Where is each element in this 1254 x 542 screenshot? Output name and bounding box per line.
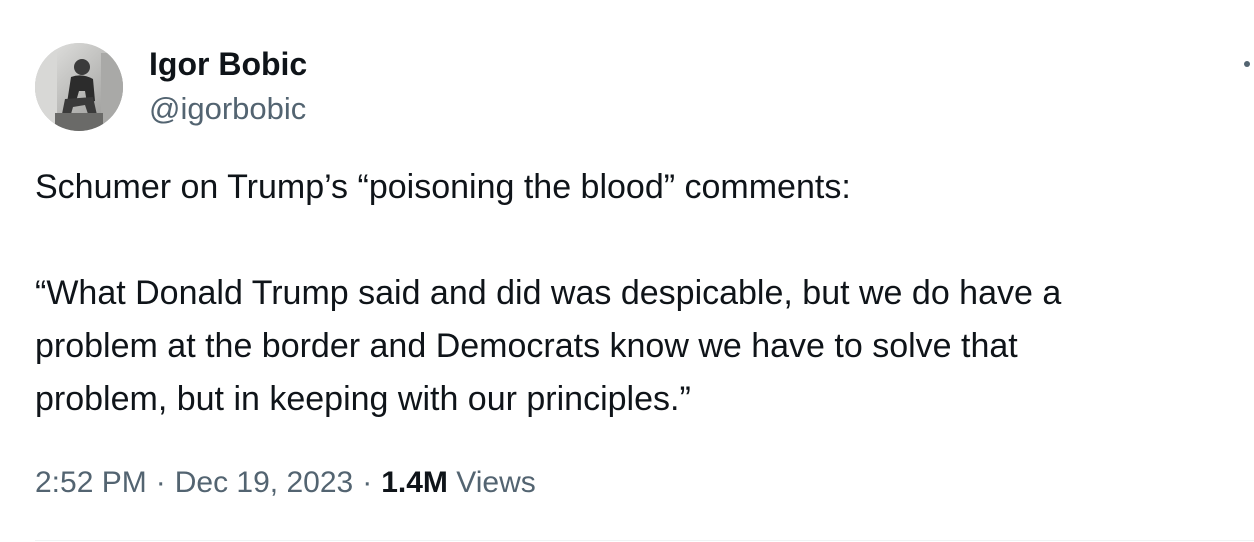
views-count: 1.4M (381, 466, 448, 499)
tweet-date: Dec 19, 2023 (174, 466, 354, 499)
avatar-photo-icon (35, 43, 123, 131)
meta-separator: · (362, 466, 373, 499)
author-name[interactable]: Igor Bobic (149, 44, 307, 84)
meta-separator: · (155, 466, 166, 499)
tweet-timestamp[interactable]: 2:52 PM · Dec 19, 2023 (35, 466, 353, 499)
tweet-paragraph: Schumer on Trump’s “poisoning the blood”… (35, 168, 851, 206)
more-options-button[interactable] (1232, 52, 1254, 76)
author-avatar[interactable] (35, 43, 123, 131)
tweet-line: problem at the border and Democrats know… (35, 327, 1018, 365)
tweet-time: 2:52 PM (35, 466, 147, 499)
tweet-text: Schumer on Trump’s “poisoning the blood”… (35, 161, 1235, 426)
divider (35, 540, 1254, 541)
tweet-line: problem, but in keeping with our princip… (35, 380, 691, 418)
tweet-line: “What Donald Trump said and did was desp… (35, 274, 1062, 312)
tweet-meta: 2:52 PM · Dec 19, 2023 · 1.4M Views (35, 461, 536, 505)
views-label[interactable]: Views (456, 466, 535, 499)
tweet-card: Igor Bobic @igorbobic Schumer on Trump’s… (0, 0, 1254, 542)
more-dot-icon (1244, 61, 1250, 67)
author-handle[interactable]: @igorbobic (149, 89, 306, 129)
